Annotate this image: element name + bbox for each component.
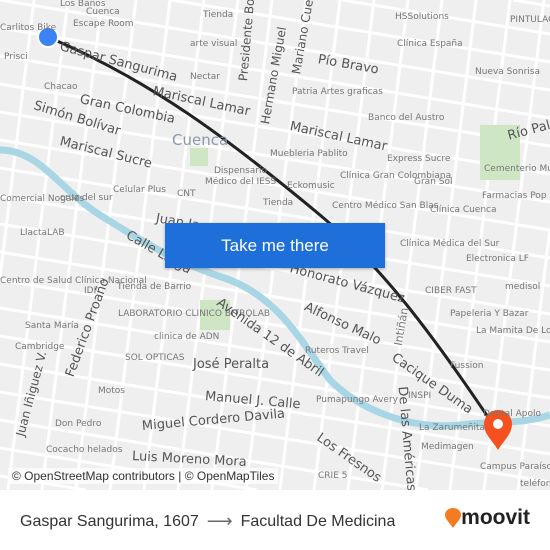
map-label: CRIE 5 [318, 471, 348, 481]
map-label: Campus Paraíso [480, 462, 550, 472]
logo-text: moovit [461, 506, 530, 529]
map-label: Prisci [4, 52, 28, 62]
map-label: LlactaLAB [20, 228, 65, 238]
map-label: SOL OPTICAS [125, 353, 185, 363]
map-label: Gran Sol [414, 177, 453, 187]
map-label: Muebleria Pablito [270, 149, 348, 159]
take-me-there-button[interactable]: Take me there [165, 223, 385, 268]
map-label: Nueva Sonrisa [475, 67, 541, 77]
map-label: Express Sucre [387, 154, 451, 164]
map-attribution[interactable]: © OpenStreetMap contributors | © OpenMap… [8, 468, 279, 484]
street [40, 0, 104, 490]
map-label: Ruteros Travel [305, 346, 369, 356]
map-label: Don Pedro [55, 419, 102, 429]
map-label: INSPI [408, 391, 432, 401]
map-label: Tienda [203, 10, 234, 20]
map-label: Papeleria Y Bazar [450, 309, 529, 319]
map-label: Eckomusic [287, 181, 335, 191]
map-label: Cuenca [172, 131, 229, 149]
map-label: Cocacho helados [46, 445, 123, 455]
moovit-logo[interactable]: moovit [445, 506, 530, 530]
map-label: CIBER FAST [425, 286, 477, 296]
map-label: Escape Room [73, 19, 134, 29]
destination-name: Facultad De Medicina [240, 512, 396, 530]
map-label: clinica de ADN [154, 332, 220, 342]
map-label: Clínica Cuenca [430, 205, 497, 215]
map-label: Dispensario [214, 166, 267, 176]
map-label: Farmacias Pop [482, 191, 547, 201]
map-label: teléfono [520, 479, 550, 489]
map-label: CNT [177, 189, 196, 199]
arrow-right-icon: ⟶ [206, 511, 233, 531]
map-label: Clínica España [397, 39, 463, 49]
map-label: Centro Médico San Blas [332, 201, 439, 211]
footer-bar: Gaspar Sangurima, 1607 ⟶ Facultad De Med… [0, 490, 550, 550]
map-label: Tienda de Barrio [117, 282, 192, 292]
map-label: Fussion [450, 361, 484, 371]
moovit-pin-icon [445, 508, 462, 528]
map-label: cruz del sur [60, 193, 113, 203]
map-label: Nectar [190, 72, 220, 82]
map-label: Dental Apolo [483, 409, 541, 419]
map-label: Patria Artes graficas [292, 87, 383, 97]
map-label: Medimagen [421, 442, 474, 452]
map-label: Carlitos Bike [0, 23, 57, 33]
map-label: Tienda [263, 198, 294, 208]
map-label: Motos [98, 386, 125, 396]
map-label: Banco del Austro [368, 113, 445, 123]
map-label: Santa María [25, 321, 79, 331]
route-title: Gaspar Sangurima, 1607 ⟶ Facultad De Med… [20, 511, 395, 532]
map-label: José Peralta [193, 357, 270, 372]
map-label: Médico del IESS [205, 177, 277, 187]
map-label: arte visual [190, 39, 238, 49]
map-label: Chacao [44, 82, 78, 92]
map-label: Clínica Médica del Sur [400, 239, 500, 249]
map-label: medisol [505, 282, 541, 292]
map-label: La Mamita De Los Broster [476, 326, 550, 336]
map-label: PINTULAC TREEX Cia Ltda [510, 15, 550, 25]
map[interactable]: Los Baños Cuenca Escape Room Tienda Carlitos… [0, 0, 550, 490]
park [190, 148, 208, 166]
map-label: Pumapungo Avery [316, 395, 398, 405]
map-label: Cuenca [86, 7, 120, 17]
map-label: Electronica LF [466, 254, 529, 264]
origin-name: Gaspar Sangurima, 1607 [20, 512, 199, 530]
map-label: Celular Plus [113, 185, 166, 195]
map-label: La Zarumeñita [419, 423, 486, 433]
map-label: Cementerio Municipal [484, 164, 550, 174]
map-label: HSSolutions [395, 12, 449, 22]
